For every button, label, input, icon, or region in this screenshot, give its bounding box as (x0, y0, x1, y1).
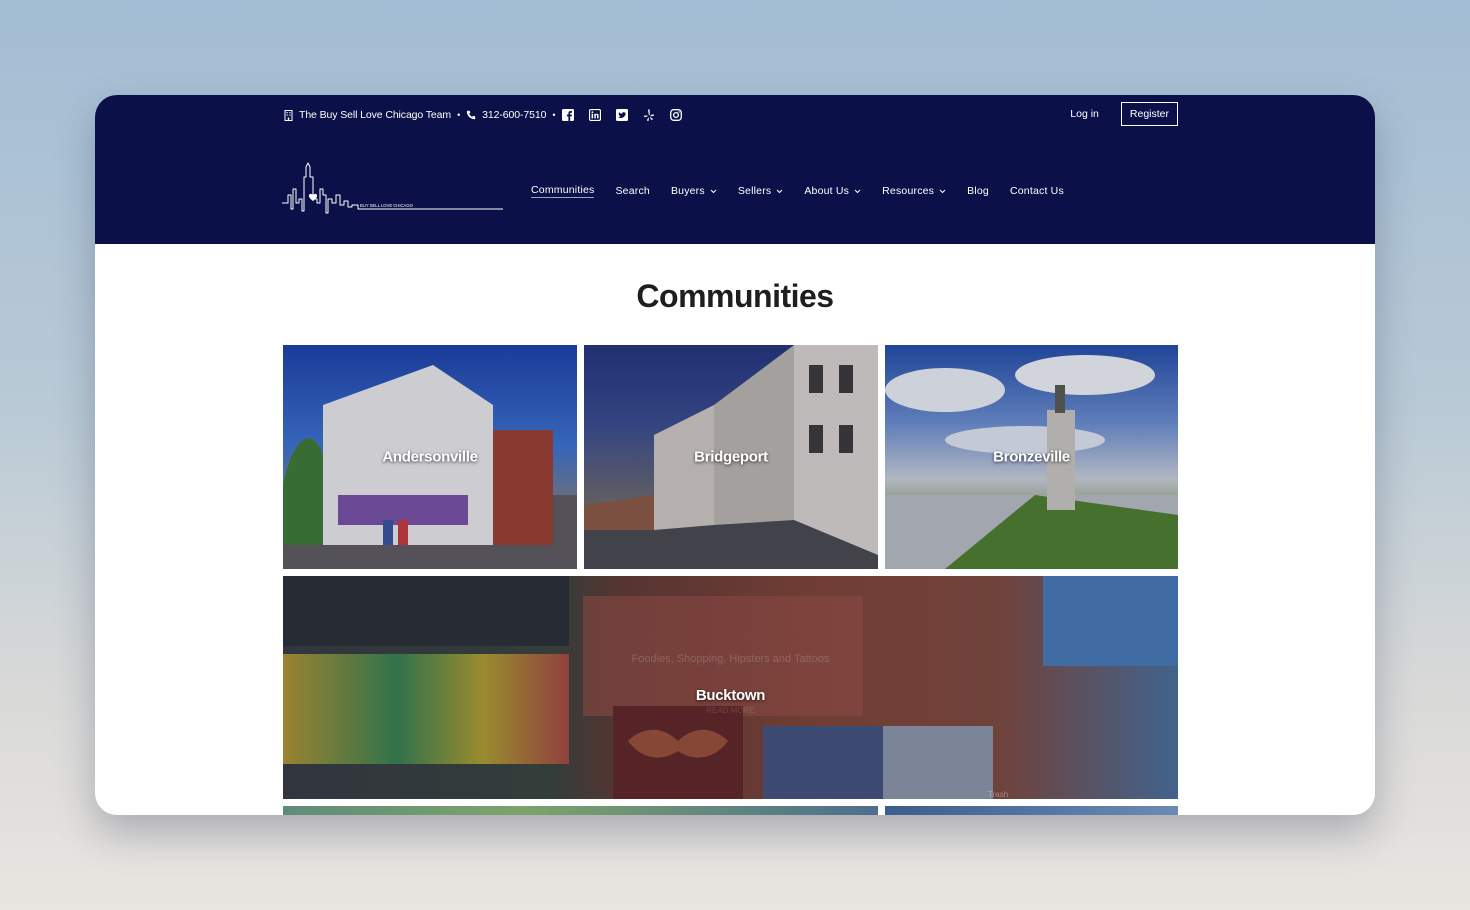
phone-number[interactable]: 312-600-7510 (482, 109, 546, 121)
nav-search[interactable]: Search (615, 185, 649, 197)
register-button[interactable]: Register (1120, 102, 1178, 126)
community-card-bucktown[interactable]: Foodies, Shopping, Hipsters and Tattoos … (283, 576, 1178, 799)
community-card-next-2[interactable] (885, 806, 1178, 815)
community-name: Bridgeport (694, 448, 768, 466)
facebook-icon[interactable] (561, 109, 574, 122)
nav-contact-us-label: Contact Us (1009, 185, 1064, 197)
nav-resources-label: Resources (882, 185, 935, 197)
site-logo[interactable]: BUY SELL LOVE CHICAGO (282, 159, 504, 221)
community-card-next-1[interactable] (283, 806, 878, 815)
chevron-down-icon (710, 189, 717, 194)
login-link[interactable]: Log in (1070, 108, 1099, 120)
community-card-bronzeville[interactable]: Bronzeville (885, 345, 1178, 569)
nav-buyers-label: Buyers (670, 185, 705, 197)
nav-search-label: Search (615, 185, 650, 197)
page-title: Communities (636, 278, 834, 314)
community-name: Bronzeville (993, 448, 1070, 466)
team-name[interactable]: The Buy Sell Love Chicago Team (299, 109, 451, 121)
separator: • (457, 110, 461, 120)
nav-communities[interactable]: Communities (531, 184, 595, 198)
nav-resources[interactable]: Resources (882, 185, 946, 197)
trash-label: Trash (988, 790, 1009, 799)
yelp-icon[interactable] (642, 108, 655, 122)
site-header: The Buy Sell Love Chicago Team • 312-600… (95, 95, 1375, 244)
chevron-down-icon (854, 189, 861, 194)
nav-communities-label: Communities (531, 184, 595, 196)
linkedin-icon[interactable] (588, 109, 601, 122)
top-info-bar: The Buy Sell Love Chicago Team • 312-600… (284, 107, 696, 123)
browser-window: The Buy Sell Love Chicago Team • 312-600… (95, 95, 1375, 815)
logo-tagline: BUY SELL LOVE CHICAGO (360, 203, 414, 208)
nav-sellers[interactable]: Sellers (738, 185, 784, 197)
chevron-down-icon (939, 189, 946, 194)
separator: • (552, 110, 556, 120)
nav-about-us[interactable]: About Us (804, 185, 861, 197)
main-nav: Communities Search Buyers Sellers About … (531, 184, 1085, 198)
nav-buyers[interactable]: Buyers (671, 185, 717, 197)
nav-blog-label: Blog (967, 185, 989, 197)
twitter-icon[interactable] (615, 109, 628, 122)
community-name: Bucktown (695, 687, 766, 704)
nav-contact-us[interactable]: Contact Us (1010, 185, 1064, 197)
nav-blog[interactable]: Blog (967, 185, 989, 197)
community-card-bridgeport[interactable]: Bridgeport (584, 345, 878, 569)
read-more-link[interactable]: READ MORE (283, 706, 1178, 715)
chevron-down-icon (776, 189, 783, 194)
community-card-andersonville[interactable]: Andersonville (283, 345, 577, 569)
instagram-icon[interactable] (669, 109, 682, 122)
building-icon (284, 109, 293, 121)
nav-sellers-label: Sellers (737, 185, 772, 197)
auth-links: Log in Register (1070, 102, 1178, 126)
community-name: Andersonville (382, 448, 478, 466)
nav-about-us-label: About Us (804, 185, 850, 197)
community-subtitle: Foodies, Shopping, Hipsters and Tattoos (631, 653, 830, 665)
phone-icon (466, 110, 476, 120)
